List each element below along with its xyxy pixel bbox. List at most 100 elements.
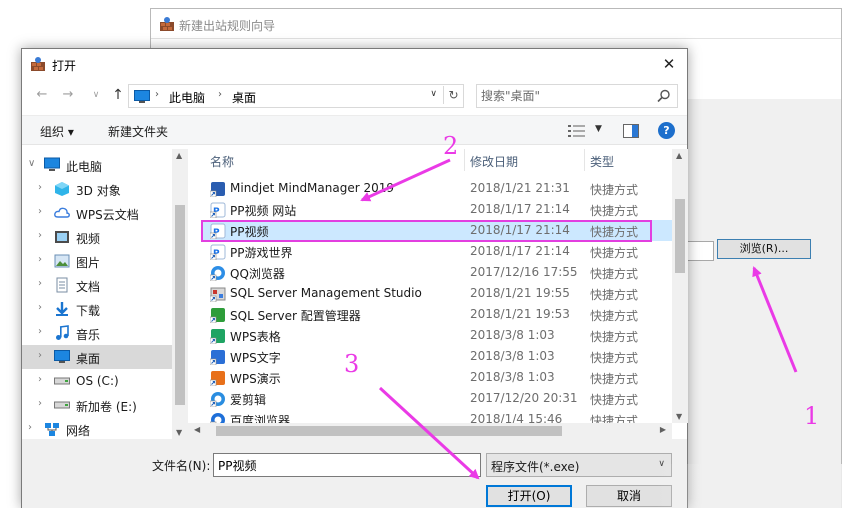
view-dropdown-icon[interactable]: ▼: [595, 124, 602, 134]
file-date: 2018/3/8 1:03: [470, 328, 555, 342]
file-list-scroll-thumb[interactable]: [675, 199, 685, 273]
preview-pane-icon[interactable]: [623, 124, 639, 138]
scroll-down-arrow-icon[interactable]: ▼: [676, 412, 682, 421]
annotation-label-3: 3: [344, 350, 360, 378]
address-dropdown-icon[interactable]: ∨: [430, 89, 437, 99]
open-button[interactable]: 打开(O): [486, 485, 572, 507]
nav-item-7[interactable]: › 音乐: [22, 321, 172, 345]
scroll-right-arrow-icon[interactable]: ▶: [660, 425, 666, 434]
program-path-input[interactable]: [686, 241, 714, 261]
nav-item-9[interactable]: › OS (C:): [22, 369, 172, 393]
expand-chevron-icon[interactable]: ›: [38, 182, 42, 193]
view-options-icon[interactable]: [568, 124, 586, 138]
dialog-titlebar: 打开 ✕: [22, 49, 687, 79]
expand-chevron-icon[interactable]: ›: [38, 326, 42, 337]
nav-item-8[interactable]: › 桌面: [22, 345, 172, 369]
file-row[interactable]: 爱剪辑 2017/12/20 20:31 快捷方式: [202, 388, 672, 409]
file-row[interactable]: SQL Server Management Studio 2018/1/21 19…: [202, 283, 672, 304]
expand-chevron-icon[interactable]: ∨: [28, 158, 35, 169]
expand-chevron-icon[interactable]: ›: [38, 206, 42, 217]
browse-button[interactable]: 浏览(R)...: [717, 239, 811, 259]
back-arrow-icon[interactable]: ←: [34, 87, 50, 103]
pp-web-icon: P: [209, 202, 226, 221]
scroll-down-arrow-icon[interactable]: ▼: [176, 428, 182, 437]
expand-chevron-icon[interactable]: ›: [38, 278, 42, 289]
sql-config-icon: [209, 307, 226, 326]
breadcrumb-this-pc[interactable]: 此电脑: [169, 89, 205, 106]
annotation-label-2: 2: [443, 132, 459, 160]
expand-chevron-icon[interactable]: ›: [38, 398, 42, 409]
picture-folder-icon: [54, 253, 70, 272]
column-header-name[interactable]: 名称: [210, 149, 234, 171]
navigation-scroll-thumb[interactable]: [175, 205, 185, 405]
nav-item-label: 音乐: [76, 328, 101, 342]
nav-item-2[interactable]: › WPS云文档: [22, 201, 172, 225]
pc-icon: [44, 157, 60, 176]
expand-chevron-icon[interactable]: ›: [38, 350, 42, 361]
nav-item-3[interactable]: › 视频: [22, 225, 172, 249]
dialog-title: 打开: [52, 59, 77, 73]
address-bar[interactable]: › 此电脑 › 桌面 ∨: [128, 84, 464, 108]
nav-item-11[interactable]: › 网络: [22, 417, 172, 439]
column-header-date[interactable]: 修改日期: [470, 149, 518, 171]
file-row[interactable]: WPS表格 2018/3/8 1:03 快捷方式: [202, 325, 672, 346]
scroll-up-arrow-icon[interactable]: ▲: [676, 151, 682, 160]
navigation-pane: ∨ 此电脑 › 3D 对象 › WPS云文档 › 视频 › 图片 › 文档 › 下载 › 音乐 › 桌面 › OS (…: [22, 149, 188, 439]
search-box[interactable]: [476, 84, 678, 108]
expand-chevron-icon[interactable]: ›: [38, 254, 42, 265]
nav-item-5[interactable]: › 文档: [22, 273, 172, 297]
file-row[interactable]: SQL Server 配置管理器 2018/1/21 19:53 快捷方式: [202, 304, 672, 325]
nav-item-6[interactable]: › 下载: [22, 297, 172, 321]
file-list-horizontal-scrollbar[interactable]: ◀ ▶: [188, 423, 672, 439]
expand-chevron-icon[interactable]: ›: [38, 302, 42, 313]
help-icon[interactable]: ?: [658, 122, 675, 139]
search-icon[interactable]: [657, 89, 671, 103]
breadcrumb-separator-icon: ›: [155, 89, 159, 100]
baidu-browser-icon: [209, 412, 226, 423]
file-row[interactable]: Mindjet MindManager 2019 2018/1/21 21:31 快…: [202, 178, 672, 199]
desktop-icon: [54, 349, 70, 368]
file-date: 2018/1/17 21:14: [470, 202, 570, 216]
nav-item-10[interactable]: › 新加卷 (E:): [22, 393, 172, 417]
scroll-left-arrow-icon[interactable]: ◀: [194, 425, 200, 434]
horizontal-scroll-thumb[interactable]: [216, 426, 562, 436]
file-name: WPS演示: [230, 372, 281, 386]
highlight-selection-box: [201, 220, 652, 242]
nav-item-label: 此电脑: [66, 160, 103, 174]
refresh-icon[interactable]: ↻: [443, 86, 463, 104]
file-list-vertical-scrollbar[interactable]: ▲ ▼: [672, 149, 688, 423]
file-date: 2018/1/21 21:31: [470, 181, 570, 195]
column-divider[interactable]: [464, 149, 465, 171]
nav-item-label: 3D 对象: [76, 184, 121, 198]
nav-item-4[interactable]: › 图片: [22, 249, 172, 273]
navigation-pane-scrollbar[interactable]: ▲ ▼: [172, 149, 188, 439]
file-row[interactable]: WPS演示 2018/3/8 1:03 快捷方式: [202, 367, 672, 388]
nav-item-0[interactable]: ∨ 此电脑: [22, 153, 172, 177]
up-arrow-icon[interactable]: ↑: [110, 87, 126, 103]
screenshot-stage: 新建出站规则向导 ユ 浏览(R)... 打开 ✕ ← → ∨ ↑: [0, 0, 842, 508]
file-row[interactable]: P PP游戏世界 2018/1/17 21:14 快捷方式: [202, 241, 672, 262]
file-row[interactable]: 百度浏览器 2018/1/4 15:46 快捷方式: [202, 409, 672, 423]
expand-chevron-icon[interactable]: ›: [28, 422, 32, 433]
expand-chevron-icon[interactable]: ›: [38, 230, 42, 241]
filetype-select[interactable]: 程序文件(*.exe) ∨: [486, 453, 672, 477]
organize-button[interactable]: 组织 ▾: [40, 123, 74, 140]
filename-input[interactable]: [213, 453, 481, 477]
expand-chevron-icon[interactable]: ›: [38, 374, 42, 385]
video-folder-icon: [54, 229, 70, 248]
nav-item-1[interactable]: › 3D 对象: [22, 177, 172, 201]
column-divider[interactable]: [584, 149, 585, 171]
forward-arrow-icon[interactable]: →: [60, 87, 76, 103]
scroll-up-arrow-icon[interactable]: ▲: [176, 151, 182, 160]
column-header-type[interactable]: 类型: [590, 149, 614, 171]
close-icon[interactable]: ✕: [659, 54, 679, 74]
new-folder-button[interactable]: 新建文件夹: [108, 123, 168, 140]
recent-locations-chevron-icon[interactable]: ∨: [88, 87, 104, 103]
file-type: 快捷方式: [590, 288, 639, 302]
file-row[interactable]: WPS文字 2018/3/8 1:03 快捷方式: [202, 346, 672, 367]
file-name: QQ浏览器: [230, 267, 285, 281]
search-input[interactable]: [481, 88, 651, 104]
breadcrumb-desktop[interactable]: 桌面: [232, 89, 256, 106]
file-row[interactable]: QQ浏览器 2017/12/16 17:55 快捷方式: [202, 262, 672, 283]
file-row[interactable]: P PP视频 网站 2018/1/17 21:14 快捷方式: [202, 199, 672, 220]
